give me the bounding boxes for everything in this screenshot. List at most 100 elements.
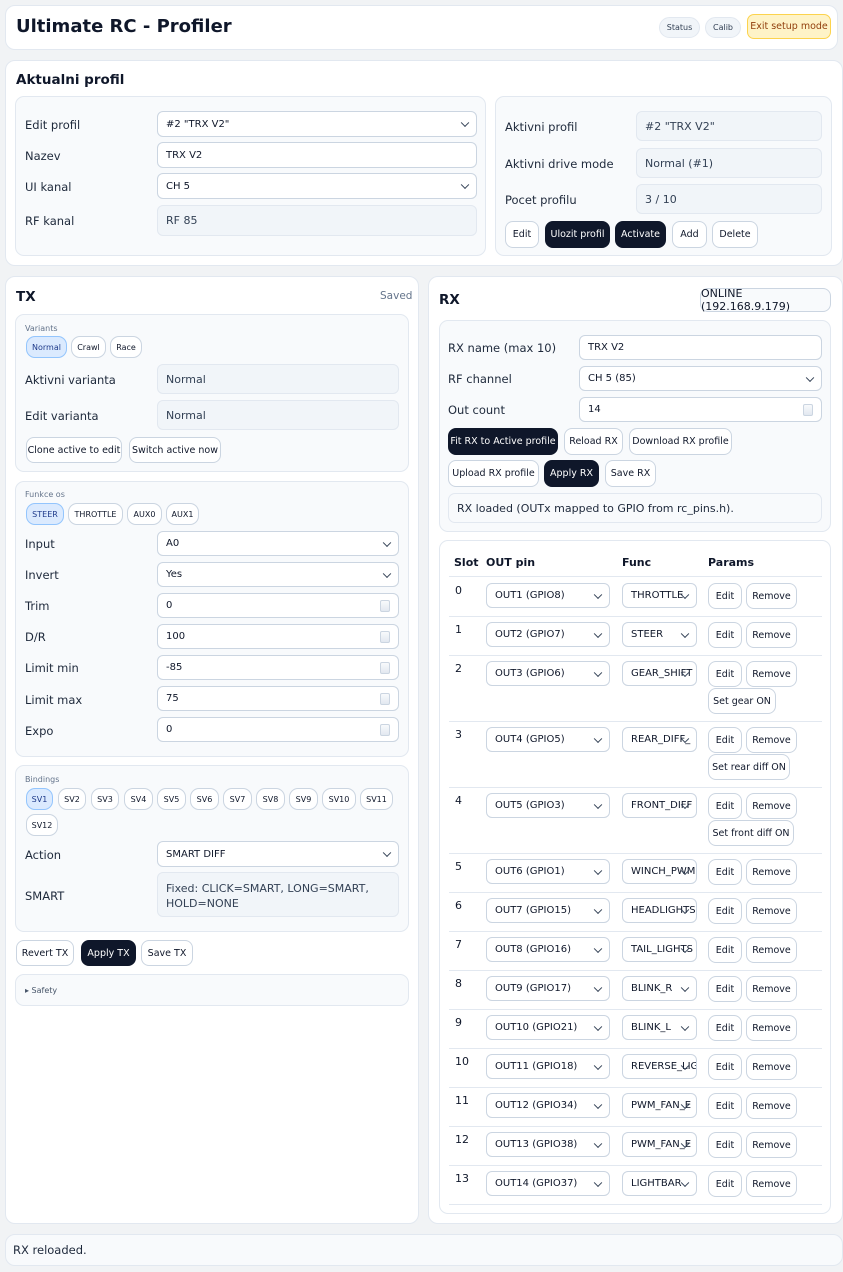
rf-channel-select[interactable]: CH 5 (85) xyxy=(579,366,822,391)
row-param-button[interactable]: Set rear diff ON xyxy=(708,754,790,780)
binding-sv3[interactable]: SV3 xyxy=(91,788,119,810)
axis-steer[interactable]: STEER xyxy=(26,503,64,525)
axis-aux0[interactable]: AUX0 xyxy=(127,503,162,525)
row-remove-button[interactable]: Remove xyxy=(746,976,797,1002)
row-remove-button[interactable]: Remove xyxy=(746,793,797,819)
row-edit-button[interactable]: Edit xyxy=(708,661,742,687)
dr-input[interactable]: 100 xyxy=(157,624,399,649)
limit-min-input[interactable]: -85 xyxy=(157,655,399,680)
switch-active-button[interactable]: Switch active now xyxy=(129,437,221,463)
binding-sv6[interactable]: SV6 xyxy=(190,788,219,810)
func-select[interactable]: GEAR_SHIFT xyxy=(622,661,697,686)
out-count-input[interactable]: 14 xyxy=(579,397,822,422)
action-select[interactable]: SMART DIFF xyxy=(157,841,399,867)
func-select[interactable]: LIGHTBAR xyxy=(622,1171,697,1196)
save-rx-button[interactable]: Save RX xyxy=(605,460,656,487)
axis-throttle[interactable]: THROTTLE xyxy=(68,503,123,525)
clone-active-button[interactable]: Clone active to edit xyxy=(26,437,122,463)
out-pin-select[interactable]: OUT1 (GPIO8) xyxy=(486,583,610,608)
variant-normal[interactable]: Normal xyxy=(26,336,67,358)
row-remove-button[interactable]: Remove xyxy=(746,1132,797,1158)
save-profile-button[interactable]: Ulozit profil xyxy=(545,221,610,248)
binding-sv11[interactable]: SV11 xyxy=(360,788,393,810)
profile-edit-button[interactable]: Edit xyxy=(505,221,539,248)
binding-sv10[interactable]: SV10 xyxy=(322,788,356,810)
variant-race[interactable]: Race xyxy=(110,336,142,358)
out-pin-select[interactable]: OUT14 (GPIO37) xyxy=(486,1171,610,1196)
out-pin-select[interactable]: OUT10 (GPIO21) xyxy=(486,1015,610,1040)
row-remove-button[interactable]: Remove xyxy=(746,622,797,648)
apply-rx-button[interactable]: Apply RX xyxy=(544,460,599,487)
row-edit-button[interactable]: Edit xyxy=(708,793,742,819)
exit-setup-button[interactable]: Exit setup mode xyxy=(747,14,831,39)
func-select[interactable]: WINCH_PWM xyxy=(622,859,697,884)
limit-max-input[interactable]: 75 xyxy=(157,686,399,711)
func-select[interactable]: BLINK_R xyxy=(622,976,697,1001)
trim-input[interactable]: 0 xyxy=(157,593,399,618)
edit-profil-select[interactable]: #2 "TRX V2" xyxy=(157,111,477,137)
upload-rx-button[interactable]: Upload RX profile xyxy=(448,460,539,487)
row-remove-button[interactable]: Remove xyxy=(746,1093,797,1119)
status-badge[interactable]: Status xyxy=(659,17,700,38)
out-pin-select[interactable]: OUT8 (GPIO16) xyxy=(486,937,610,962)
row-edit-button[interactable]: Edit xyxy=(708,1015,742,1041)
delete-profile-button[interactable]: Delete xyxy=(712,221,758,248)
expo-input[interactable]: 0 xyxy=(157,717,399,742)
func-select[interactable]: STEER xyxy=(622,622,697,647)
func-select[interactable]: THROTTLE xyxy=(622,583,697,608)
row-edit-button[interactable]: Edit xyxy=(708,1054,742,1080)
row-edit-button[interactable]: Edit xyxy=(708,1171,742,1197)
row-remove-button[interactable]: Remove xyxy=(746,1015,797,1041)
out-pin-select[interactable]: OUT12 (GPIO34) xyxy=(486,1093,610,1118)
binding-sv9[interactable]: SV9 xyxy=(289,788,318,810)
download-rx-button[interactable]: Download RX profile xyxy=(629,428,732,455)
binding-sv4[interactable]: SV4 xyxy=(124,788,153,810)
calib-badge[interactable]: Calib xyxy=(705,17,741,38)
func-select[interactable]: TAIL_LIGHTS xyxy=(622,937,697,962)
out-pin-select[interactable]: OUT5 (GPIO3) xyxy=(486,793,610,818)
row-param-button[interactable]: Set front diff ON xyxy=(708,820,794,846)
save-tx-button[interactable]: Save TX xyxy=(141,940,193,966)
safety-panel[interactable] xyxy=(15,974,409,1006)
out-pin-select[interactable]: OUT11 (GPIO18) xyxy=(486,1054,610,1079)
row-remove-button[interactable]: Remove xyxy=(746,1171,797,1197)
func-select[interactable]: HEADLIGHTS xyxy=(622,898,697,923)
input-select[interactable]: A0 xyxy=(157,531,399,556)
fit-rx-button[interactable]: Fit RX to Active profile xyxy=(448,428,558,455)
row-edit-button[interactable]: Edit xyxy=(708,976,742,1002)
row-remove-button[interactable]: Remove xyxy=(746,583,797,609)
row-edit-button[interactable]: Edit xyxy=(708,859,742,885)
out-pin-select[interactable]: OUT2 (GPIO7) xyxy=(486,622,610,647)
revert-tx-button[interactable]: Revert TX xyxy=(16,940,74,966)
axis-aux1[interactable]: AUX1 xyxy=(166,503,199,525)
row-edit-button[interactable]: Edit xyxy=(708,1132,742,1158)
row-remove-button[interactable]: Remove xyxy=(746,859,797,885)
row-edit-button[interactable]: Edit xyxy=(708,1093,742,1119)
add-profile-button[interactable]: Add xyxy=(672,221,707,248)
activate-profile-button[interactable]: Activate xyxy=(615,221,666,248)
out-pin-select[interactable]: OUT3 (GPIO6) xyxy=(486,661,610,686)
row-remove-button[interactable]: Remove xyxy=(746,898,797,924)
reload-rx-button[interactable]: Reload RX xyxy=(564,428,623,455)
row-remove-button[interactable]: Remove xyxy=(746,1054,797,1080)
rx-name-input[interactable]: TRX V2 xyxy=(579,335,822,360)
binding-sv8[interactable]: SV8 xyxy=(256,788,285,810)
ui-kanal-select[interactable]: CH 5 xyxy=(157,173,477,199)
row-edit-button[interactable]: Edit xyxy=(708,583,742,609)
out-pin-select[interactable]: OUT4 (GPIO5) xyxy=(486,727,610,752)
variant-crawl[interactable]: Crawl xyxy=(71,336,106,358)
func-select[interactable]: REVERSE_LIG xyxy=(622,1054,697,1079)
row-remove-button[interactable]: Remove xyxy=(746,661,797,687)
row-edit-button[interactable]: Edit xyxy=(708,898,742,924)
binding-sv5[interactable]: SV5 xyxy=(157,788,186,810)
func-select[interactable]: FRONT_DIFF xyxy=(622,793,697,818)
invert-select[interactable]: Yes xyxy=(157,562,399,587)
row-param-button[interactable]: Set gear ON xyxy=(708,688,776,714)
nazev-input[interactable]: TRX V2 xyxy=(157,142,477,168)
safety-toggle[interactable]: ▸ Safety xyxy=(25,986,57,995)
func-select[interactable]: PWM_FAN_E xyxy=(622,1132,697,1157)
func-select[interactable]: PWM_FAN_E xyxy=(622,1093,697,1118)
row-edit-button[interactable]: Edit xyxy=(708,937,742,963)
binding-sv2[interactable]: SV2 xyxy=(58,788,86,810)
out-pin-select[interactable]: OUT9 (GPIO17) xyxy=(486,976,610,1001)
